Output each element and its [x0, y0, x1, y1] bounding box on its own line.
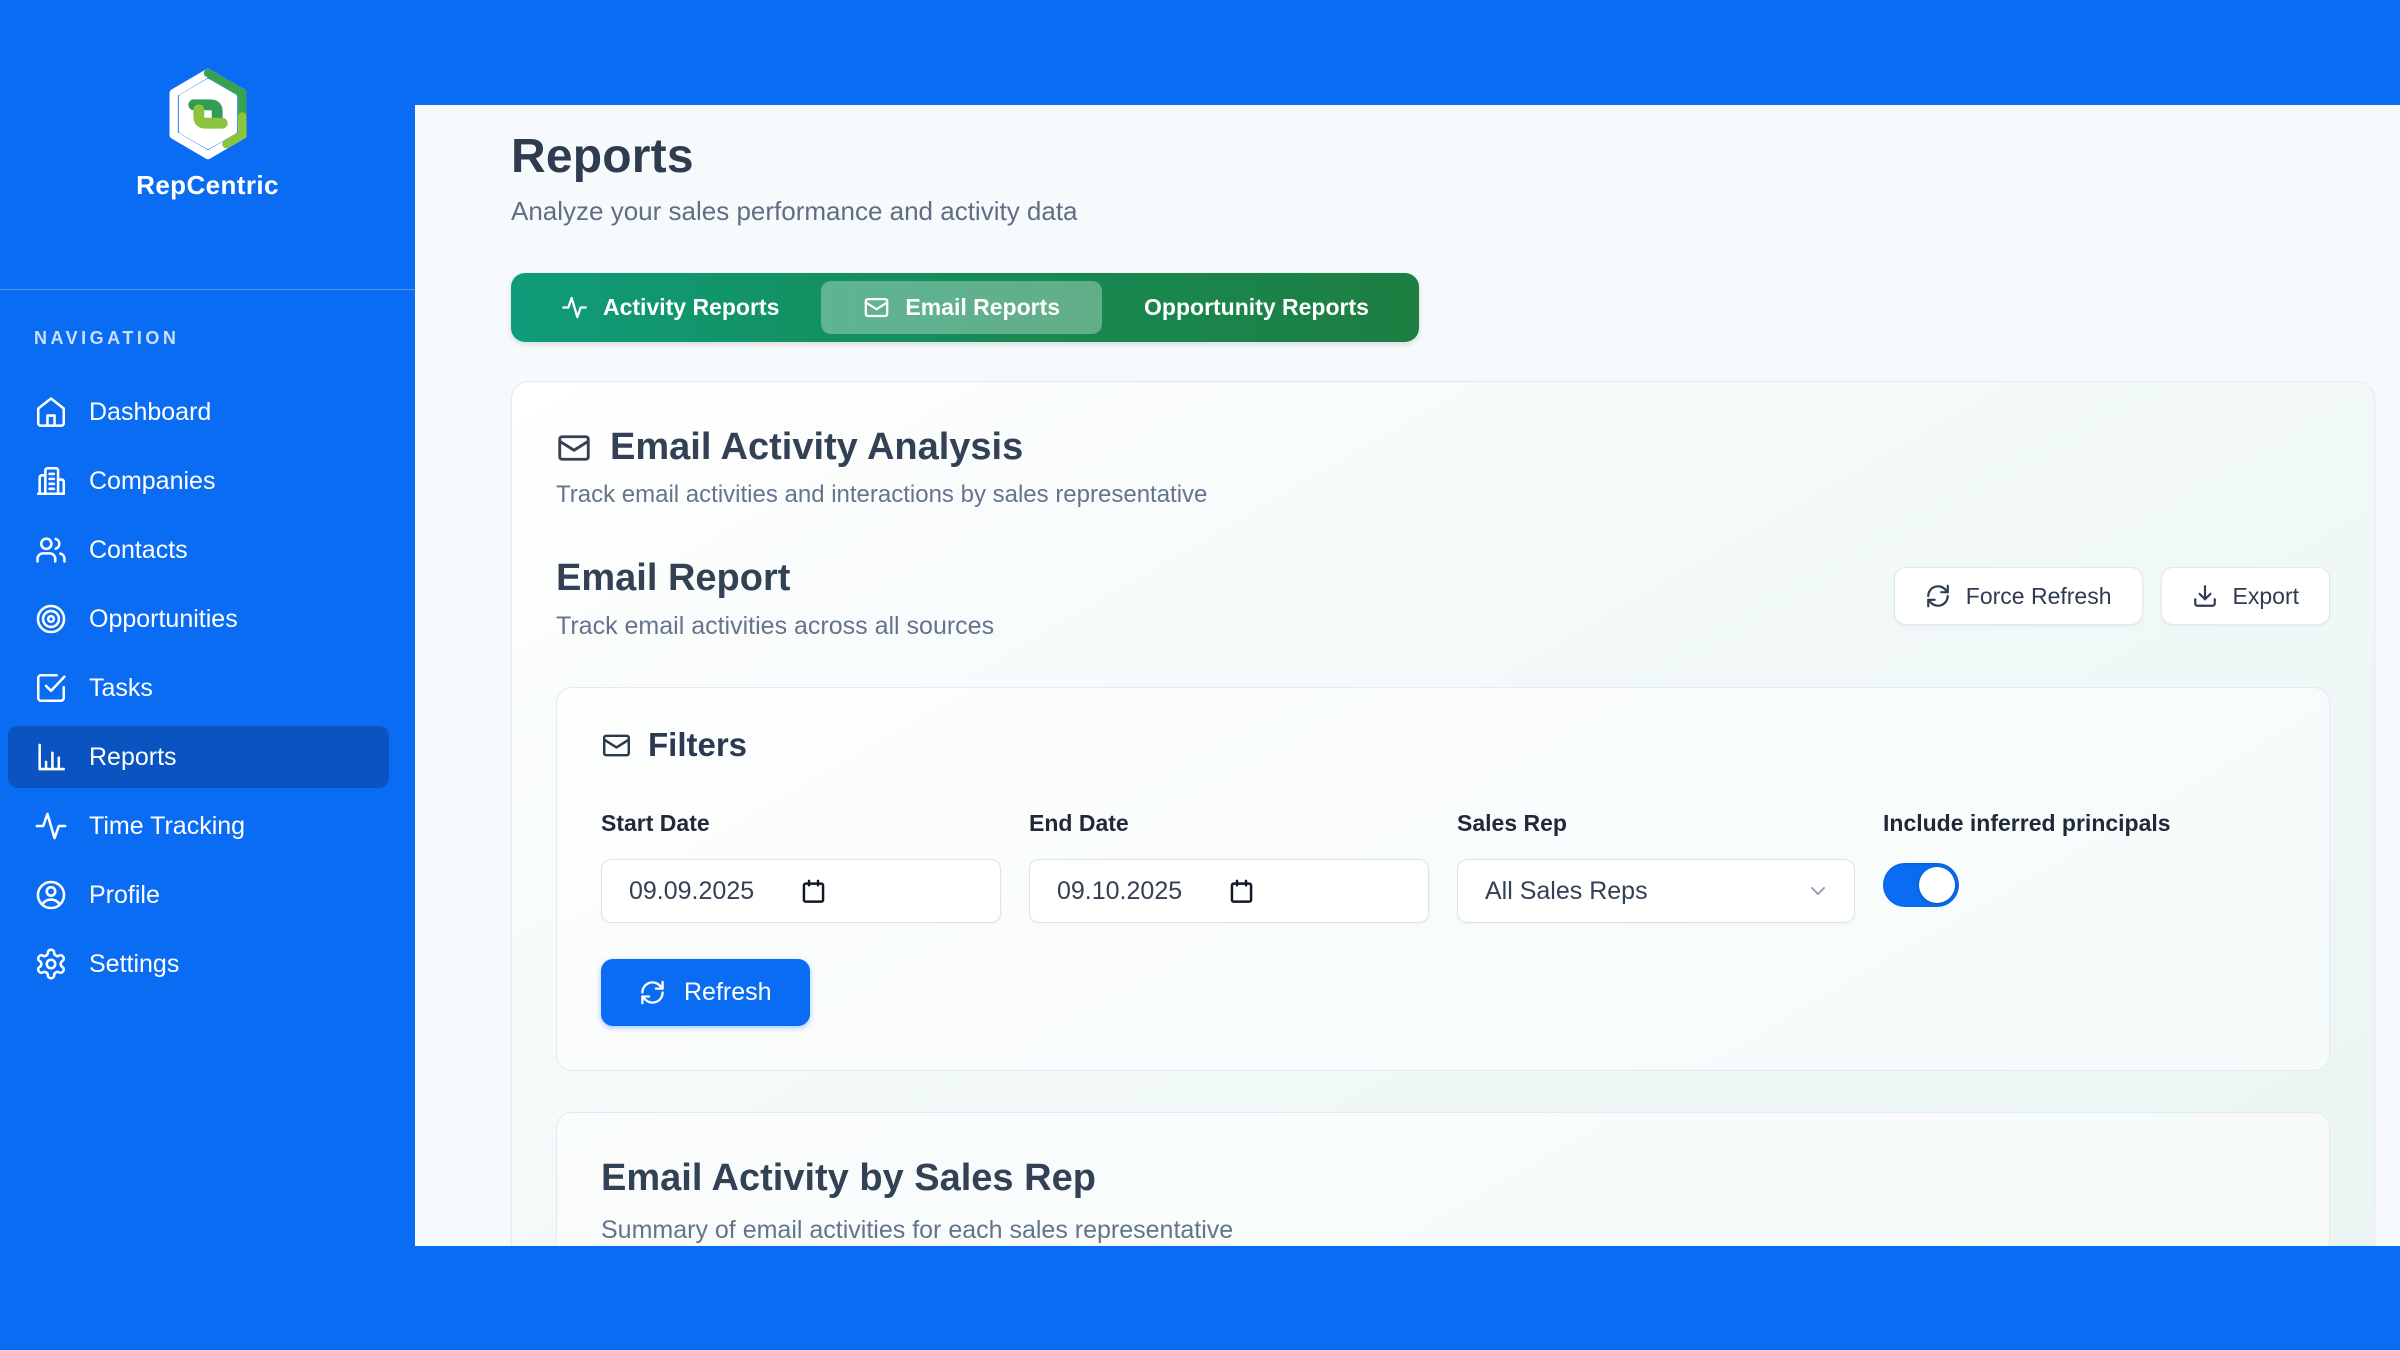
refresh-button[interactable]: Refresh	[601, 959, 810, 1026]
sidebar-item-reports[interactable]: Reports	[8, 726, 389, 788]
app-name: RepCentric	[136, 170, 279, 201]
user-circle-icon	[34, 878, 68, 912]
toggle-knob	[1919, 867, 1955, 903]
sidebar-item-time-tracking[interactable]: Time Tracking	[8, 795, 389, 857]
filters-title: Filters	[648, 726, 747, 764]
mail-icon	[556, 430, 592, 466]
sidebar-item-settings[interactable]: Settings	[8, 933, 389, 995]
end-date-label: End Date	[1029, 810, 1429, 837]
gear-icon	[34, 947, 68, 981]
bar-chart-icon	[34, 740, 68, 774]
start-date-field: Start Date 09.09.2025	[601, 810, 1001, 923]
tab-opportunity-reports[interactable]: Opportunity Reports	[1102, 281, 1411, 334]
sidebar-item-label: Companies	[89, 467, 215, 496]
check-square-icon	[34, 671, 68, 705]
sidebar: RepCentric NAVIGATION Dashboard Companie…	[0, 0, 415, 1350]
inferred-principals-label: Include inferred principals	[1883, 810, 2285, 837]
sidebar-item-label: Opportunities	[89, 605, 238, 634]
sidebar-item-tasks[interactable]: Tasks	[8, 657, 389, 719]
inferred-principals-toggle[interactable]	[1883, 863, 1959, 907]
filter-grid: Start Date 09.09.2025 End Date 09.10.202…	[601, 810, 2285, 923]
report-title: Email Report	[556, 557, 994, 600]
activity-icon	[34, 809, 68, 843]
end-date-value: 09.10.2025	[1057, 877, 1182, 906]
mail-icon	[601, 730, 632, 761]
sales-rep-field: Sales Rep All Sales Reps	[1457, 810, 1855, 923]
calendar-icon[interactable]	[800, 878, 827, 905]
home-icon	[34, 395, 68, 429]
filters-panel: Filters Start Date 09.09.2025 End Date	[556, 687, 2330, 1071]
card-title: Email Activity Analysis	[610, 426, 1023, 469]
tab-email-reports[interactable]: Email Reports	[821, 281, 1102, 334]
report-subtitle: Track email activities across all source…	[556, 612, 994, 641]
sidebar-item-label: Settings	[89, 950, 179, 979]
tab-label: Activity Reports	[603, 294, 779, 321]
force-refresh-button[interactable]: Force Refresh	[1894, 567, 2143, 625]
report-actions: Force Refresh Export	[1894, 567, 2330, 625]
email-activity-by-rep-panel: Email Activity by Sales Rep Summary of e…	[556, 1112, 2330, 1246]
sidebar-item-contacts[interactable]: Contacts	[8, 519, 389, 581]
activity-icon	[561, 294, 588, 321]
start-date-input[interactable]: 09.09.2025	[601, 859, 1001, 923]
start-date-value: 09.09.2025	[629, 877, 754, 906]
report-tab-bar: Activity Reports Email Reports Opportuni…	[511, 273, 1419, 342]
page-title: Reports	[511, 129, 2376, 184]
email-activity-analysis-card: Email Activity Analysis Track email acti…	[511, 381, 2375, 1246]
inferred-principals-field: Include inferred principals	[1883, 810, 2285, 923]
nav-section-label: NAVIGATION	[34, 328, 415, 349]
sales-rep-value: All Sales Reps	[1485, 877, 1648, 906]
sidebar-item-label: Dashboard	[89, 398, 211, 427]
sales-rep-select[interactable]: All Sales Reps	[1457, 859, 1855, 923]
sidebar-item-label: Tasks	[89, 674, 153, 703]
sidebar-item-dashboard[interactable]: Dashboard	[8, 381, 389, 443]
export-button[interactable]: Export	[2161, 567, 2330, 625]
chevron-down-icon	[1806, 879, 1830, 903]
card-subtitle: Track email activities and interactions …	[556, 481, 2330, 509]
sidebar-item-label: Profile	[89, 881, 160, 910]
sidebar-item-opportunities[interactable]: Opportunities	[8, 588, 389, 650]
repcentric-logo-icon	[165, 68, 251, 160]
sidebar-item-label: Time Tracking	[89, 812, 245, 841]
sidebar-item-companies[interactable]: Companies	[8, 450, 389, 512]
button-label: Force Refresh	[1966, 583, 2112, 610]
tab-label: Opportunity Reports	[1144, 294, 1369, 321]
sidebar-item-profile[interactable]: Profile	[8, 864, 389, 926]
building-icon	[34, 464, 68, 498]
tab-label: Email Reports	[905, 294, 1060, 321]
sidebar-item-label: Reports	[89, 743, 177, 772]
tab-activity-reports[interactable]: Activity Reports	[519, 281, 821, 334]
sales-rep-label: Sales Rep	[1457, 810, 1855, 837]
end-date-input[interactable]: 09.10.2025	[1029, 859, 1429, 923]
end-date-field: End Date 09.10.2025	[1029, 810, 1429, 923]
refresh-icon	[1925, 583, 1951, 609]
mail-icon	[863, 294, 890, 321]
sidebar-item-label: Contacts	[89, 536, 188, 565]
nav-list: Dashboard Companies Contacts Opportuniti…	[0, 381, 415, 995]
calendar-icon[interactable]	[1228, 878, 1255, 905]
section-subtitle: Summary of email activities for each sal…	[601, 1216, 2285, 1245]
refresh-icon	[639, 979, 666, 1006]
logo-block: RepCentric	[0, 0, 415, 290]
download-icon	[2192, 583, 2218, 609]
report-heading-block: Email Report Track email activities acro…	[556, 557, 994, 641]
start-date-label: Start Date	[601, 810, 1001, 837]
button-label: Export	[2233, 583, 2299, 610]
button-label: Refresh	[684, 978, 772, 1007]
main-content: Reports Analyze your sales performance a…	[415, 105, 2400, 1246]
target-icon	[34, 602, 68, 636]
section-title: Email Activity by Sales Rep	[601, 1157, 2285, 1200]
users-icon	[34, 533, 68, 567]
page-subtitle: Analyze your sales performance and activ…	[511, 196, 2376, 227]
